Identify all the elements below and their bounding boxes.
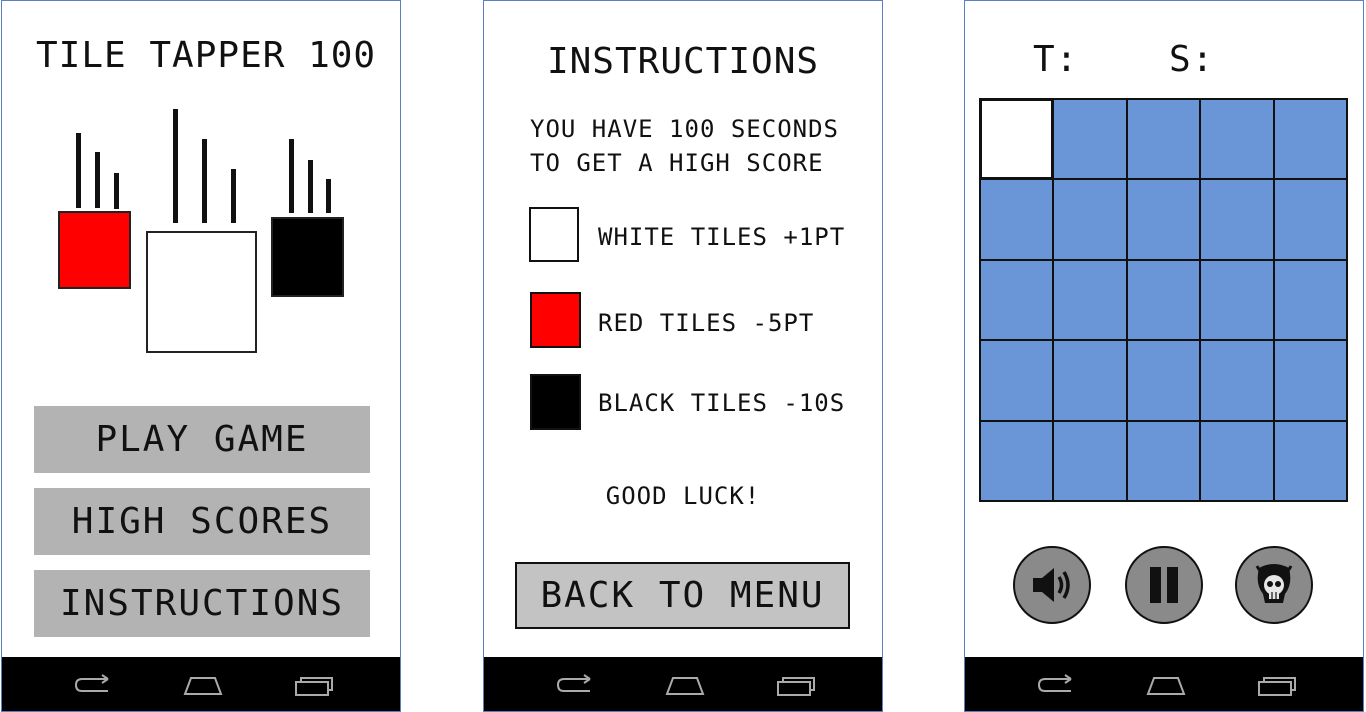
time-label: T:	[1033, 39, 1079, 80]
blue-tile[interactable]	[1273, 99, 1347, 180]
android-navbar	[484, 657, 882, 711]
blue-tile[interactable]	[1273, 259, 1347, 341]
red-tile-rule: RED TILES -5PT	[598, 309, 815, 337]
back-icon[interactable]	[72, 673, 114, 697]
instructions-screen: INSTRUCTIONS YOU HAVE 100 SECONDS TO GET…	[483, 0, 883, 712]
blue-tile[interactable]	[1126, 99, 1201, 180]
blue-tile[interactable]	[1273, 340, 1347, 421]
blue-tile[interactable]	[980, 340, 1054, 421]
blue-tile[interactable]	[1200, 420, 1274, 501]
tile-grid	[979, 98, 1348, 502]
white-tile-rule: WHITE TILES +1PT	[598, 223, 846, 251]
high-scores-button[interactable]: HIGH SCORES	[34, 488, 370, 555]
blue-tile[interactable]	[1126, 420, 1201, 501]
skull-icon	[1255, 564, 1293, 603]
play-game-button[interactable]: PLAY GAME	[34, 406, 370, 473]
back-icon[interactable]	[1035, 673, 1077, 697]
white-tile[interactable]	[980, 99, 1054, 180]
black-tile-rule: BLACK TILES -10S	[598, 389, 846, 417]
sound-button[interactable]	[1013, 546, 1091, 624]
blue-tile[interactable]	[980, 179, 1054, 260]
android-navbar	[2, 657, 400, 711]
recents-icon[interactable]	[293, 673, 335, 697]
black-tile-swatch	[530, 374, 581, 430]
blue-tile[interactable]	[1053, 259, 1127, 341]
blue-tile[interactable]	[1200, 99, 1274, 180]
blue-tile[interactable]	[980, 420, 1054, 501]
pause-icon	[1150, 567, 1178, 603]
home-icon[interactable]	[664, 673, 706, 697]
quit-button[interactable]	[1235, 546, 1313, 624]
recents-icon[interactable]	[1256, 673, 1298, 697]
blue-tile[interactable]	[1053, 179, 1127, 260]
white-tile-logo	[146, 231, 257, 353]
white-tile-swatch	[529, 207, 579, 262]
back-to-menu-button[interactable]: BACK TO MENU	[515, 562, 850, 629]
blue-tile[interactable]	[1126, 340, 1201, 421]
intro-line-1: YOU HAVE 100 SECONDS	[530, 115, 839, 143]
home-icon[interactable]	[1145, 673, 1187, 697]
pause-button[interactable]	[1125, 546, 1203, 624]
red-tile-swatch	[530, 292, 581, 348]
score-label: S:	[1169, 39, 1215, 80]
speaker-icon	[1033, 568, 1070, 602]
instructions-button[interactable]: INSTRUCTIONS	[34, 570, 370, 637]
blue-tile[interactable]	[980, 259, 1054, 341]
app-logo	[2, 101, 400, 361]
instructions-title: INSTRUCTIONS	[546, 41, 820, 82]
blue-tile[interactable]	[1273, 420, 1347, 501]
intro-line-2: TO GET A HIGH SCORE	[530, 149, 824, 177]
black-tile-logo	[271, 217, 344, 297]
red-tile-logo	[58, 211, 131, 289]
home-icon[interactable]	[182, 673, 224, 697]
game-screen: T: S:	[964, 0, 1364, 712]
blue-tile[interactable]	[1053, 340, 1127, 421]
blue-tile[interactable]	[1200, 259, 1274, 341]
android-navbar	[965, 657, 1363, 711]
blue-tile[interactable]	[1126, 179, 1201, 260]
blue-tile[interactable]	[1053, 420, 1127, 501]
blue-tile[interactable]	[1200, 179, 1274, 260]
recents-icon[interactable]	[775, 673, 817, 697]
blue-tile[interactable]	[1200, 340, 1274, 421]
blue-tile[interactable]	[1273, 179, 1347, 260]
menu-screen: TILE TAPPER 100 PLAY GAME HIGH SCORES IN…	[1, 0, 401, 712]
blue-tile[interactable]	[1053, 99, 1127, 180]
back-icon[interactable]	[554, 673, 596, 697]
blue-tile[interactable]	[1126, 259, 1201, 341]
app-title: TILE TAPPER 100	[36, 35, 377, 76]
good-luck-text: GOOD LUCK!	[605, 482, 761, 510]
